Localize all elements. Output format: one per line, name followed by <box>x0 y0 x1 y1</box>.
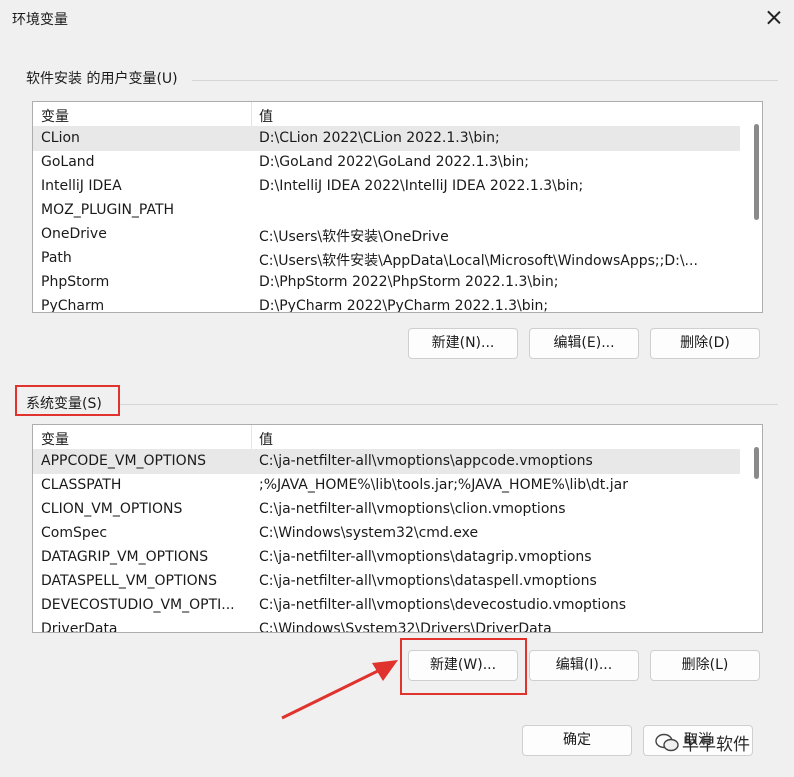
variable-name-cell: DATAGRIP_VM_OPTIONS <box>41 549 209 565</box>
variable-value-cell: C:\Windows\System32\Drivers\DriverData <box>259 621 552 633</box>
variable-value-cell: C:\ja-netfilter-all\vmoptions\dataspell.… <box>259 573 597 589</box>
ok-button[interactable]: 确定 <box>522 725 632 756</box>
column-header-value[interactable]: 值 <box>259 106 273 126</box>
variable-name-cell: PhpStorm <box>41 274 110 290</box>
table-row[interactable]: MOZ_PLUGIN_PATH <box>33 199 740 223</box>
table-row[interactable]: PhpStorm D:\PhpStorm 2022\PhpStorm 2022.1… <box>33 271 740 295</box>
variable-name-cell: IntelliJ IDEA <box>41 178 122 194</box>
variable-value-cell: C:\Users\软件安装\AppData\Local\Microsoft\Wi… <box>259 253 698 269</box>
system-delete-button[interactable]: 删除(L) <box>650 650 760 681</box>
table-row[interactable]: DriverData C:\Windows\System32\Drivers\Dr… <box>33 618 740 633</box>
user-variables-list[interactable]: 变量 值 CLion D:\CLion 2022\CLion 2022.1.3\b… <box>32 101 763 313</box>
title-bar: 环境变量 <box>0 0 794 40</box>
table-row[interactable]: DATASPELL_VM_OPTIONS C:\ja-netfilter-all\… <box>33 570 740 594</box>
highlight-box-system-label <box>15 385 120 416</box>
table-row[interactable]: ComSpec C:\Windows\system32\cmd.exe <box>33 522 740 546</box>
system-variables-rows: APPCODE_VM_OPTIONS C:\ja-netfilter-all\vm… <box>33 450 740 633</box>
wechat-icon <box>655 733 679 752</box>
user-variables-rows: CLion D:\CLion 2022\CLion 2022.1.3\bin; Go… <box>33 127 740 313</box>
variable-value-cell: C:\Windows\system32\cmd.exe <box>259 525 479 541</box>
table-row[interactable]: IntelliJ IDEA D:\IntelliJ IDEA 2022\Intel… <box>33 175 740 199</box>
user-delete-button[interactable]: 删除(D) <box>650 328 760 359</box>
variable-value-cell: D:\CLion 2022\CLion 2022.1.3\bin; <box>259 130 500 146</box>
table-row[interactable]: PyCharm D:\PyCharm 2022\PyCharm 2022.1.3\… <box>33 295 740 313</box>
variable-value-cell: D:\PhpStorm 2022\PhpStorm 2022.1.3\bin; <box>259 274 559 290</box>
variable-name-cell: ComSpec <box>41 525 108 541</box>
scrollbar-thumb[interactable] <box>754 447 759 479</box>
scrollbar-thumb[interactable] <box>754 124 759 220</box>
table-row[interactable]: OneDrive C:\Users\软件安装\OneDrive <box>33 223 740 247</box>
table-row[interactable]: GoLand D:\GoLand 2022\GoLand 2022.1.3\bin… <box>33 151 740 175</box>
variable-name-cell: OneDrive <box>41 226 107 242</box>
user-edit-button[interactable]: 编辑(E)... <box>529 328 639 359</box>
variable-value-cell: D:\GoLand 2022\GoLand 2022.1.3\bin; <box>259 154 529 170</box>
red-arrow-icon <box>281 660 398 720</box>
window-title: 环境变量 <box>12 12 68 28</box>
table-row[interactable]: CLASSPATH ;%JAVA_HOME%\lib\tools.jar;%JAV… <box>33 474 740 498</box>
system-edit-button[interactable]: 编辑(I)... <box>529 650 639 681</box>
column-separator <box>251 102 252 126</box>
column-header-variable[interactable]: 变量 <box>41 429 69 449</box>
variable-name-cell: Path <box>41 250 72 266</box>
list-header: 变量 值 <box>33 425 740 450</box>
group-divider <box>192 80 778 81</box>
table-row[interactable]: DEVECOSTUDIO_VM_OPTI... C:\ja-netfilter-a… <box>33 594 740 618</box>
variable-name-cell: CLASSPATH <box>41 477 122 493</box>
table-row[interactable]: CLion D:\CLion 2022\CLion 2022.1.3\bin; <box>33 127 740 151</box>
variable-name-cell: CLion <box>41 130 80 146</box>
variable-name-cell: DriverData <box>41 621 118 633</box>
column-header-variable[interactable]: 变量 <box>41 106 69 126</box>
variable-value-cell: D:\IntelliJ IDEA 2022\IntelliJ IDEA 2022… <box>259 178 584 194</box>
variable-name-cell: GoLand <box>41 154 95 170</box>
system-variables-list[interactable]: 变量 值 APPCODE_VM_OPTIONS C:\ja-netfilter-a… <box>32 424 763 633</box>
table-row[interactable]: DATAGRIP_VM_OPTIONS C:\ja-netfilter-all\v… <box>33 546 740 570</box>
variable-name-cell: PyCharm <box>41 298 105 313</box>
variable-value-cell: C:\ja-netfilter-all\vmoptions\datagrip.v… <box>259 549 592 565</box>
user-variables-group-label: 软件安装 的用户变量(U) <box>26 71 178 87</box>
variable-value-cell: C:\ja-netfilter-all\vmoptions\devecostud… <box>259 597 627 613</box>
variable-name-cell: MOZ_PLUGIN_PATH <box>41 202 175 218</box>
table-row[interactable]: CLION_VM_OPTIONS C:\ja-netfilter-all\vmop… <box>33 498 740 522</box>
vertical-scrollbar[interactable] <box>740 425 762 632</box>
variable-value-cell: C:\ja-netfilter-all\vmoptions\clion.vmop… <box>259 501 566 517</box>
list-header: 变量 值 <box>33 102 740 127</box>
variable-name-cell: CLION_VM_OPTIONS <box>41 501 183 517</box>
column-separator <box>251 425 252 449</box>
vertical-scrollbar[interactable] <box>740 102 762 312</box>
close-icon[interactable] <box>760 4 788 32</box>
variable-name-cell: APPCODE_VM_OPTIONS <box>41 453 207 469</box>
table-row[interactable]: APPCODE_VM_OPTIONS C:\ja-netfilter-all\vm… <box>33 450 740 474</box>
highlight-box-new-button <box>400 638 527 695</box>
group-divider <box>120 404 778 405</box>
user-new-button[interactable]: 新建(N)... <box>408 328 518 359</box>
column-header-value[interactable]: 值 <box>259 429 273 449</box>
watermark-text: 早早软件 <box>682 735 750 755</box>
variable-value-cell: C:\Users\软件安装\OneDrive <box>259 229 449 245</box>
variable-name-cell: DEVECOSTUDIO_VM_OPTI... <box>41 597 235 613</box>
variable-value-cell: C:\ja-netfilter-all\vmoptions\appcode.vm… <box>259 453 593 469</box>
variable-name-cell: DATASPELL_VM_OPTIONS <box>41 573 218 589</box>
variable-value-cell: D:\PyCharm 2022\PyCharm 2022.1.3\bin; <box>259 298 549 313</box>
table-row[interactable]: Path C:\Users\软件安装\AppData\Local\Microsof… <box>33 247 740 271</box>
variable-value-cell: ;%JAVA_HOME%\lib\tools.jar;%JAVA_HOME%\l… <box>259 477 628 493</box>
